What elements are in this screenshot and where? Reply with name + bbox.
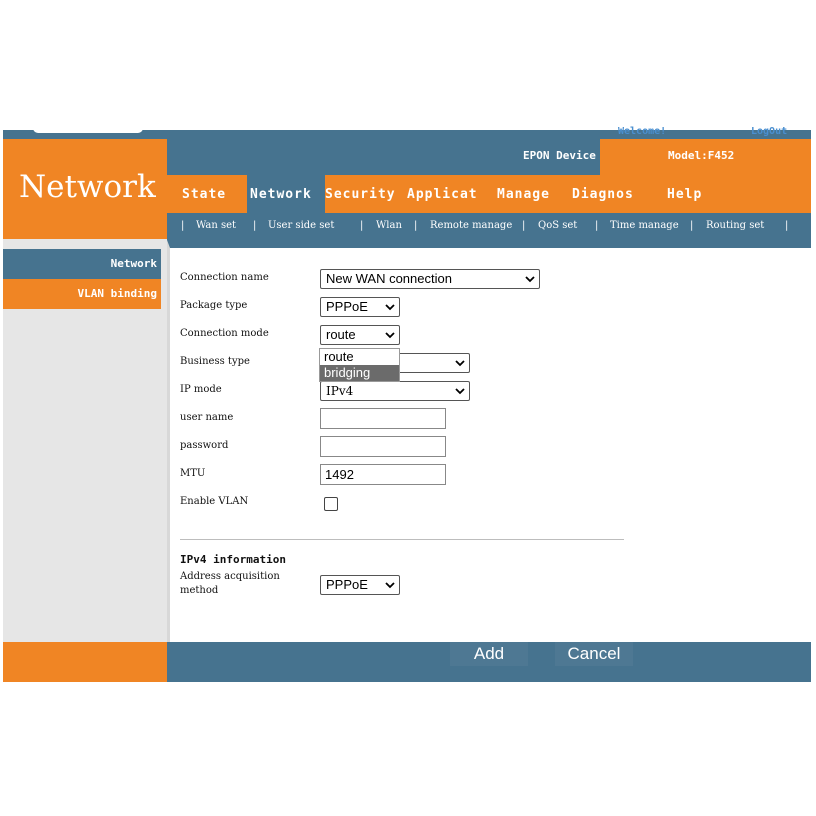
cancel-button[interactable]: Cancel <box>555 642 633 666</box>
subnav-item-time-manage[interactable]: Time manage <box>610 220 679 231</box>
mtu-label: MTU <box>180 468 206 479</box>
tab-diagnos[interactable]: Diagnos <box>572 175 650 213</box>
welcome-text: Welcome! <box>618 126 667 137</box>
subnav-item-qos-set[interactable]: QoS set <box>538 220 577 231</box>
brand-block: Network <box>3 139 167 239</box>
tab-manage[interactable]: Manage <box>497 175 567 213</box>
enable-vlan-label: Enable VLAN <box>180 496 249 507</box>
footer-left <box>3 642 167 682</box>
user-name-label: user name <box>180 412 234 423</box>
connection-name-select[interactable]: New WAN connection <box>320 269 540 289</box>
connection-mode-value: route <box>326 327 356 342</box>
package-type-label: Package type <box>180 300 248 311</box>
address-acquisition-label-line2: method <box>180 585 219 596</box>
sidebar-item-vlan-binding[interactable]: VLAN binding <box>3 279 161 309</box>
subnav-separator: | <box>181 220 185 231</box>
ip-mode-label: IP mode <box>180 384 222 395</box>
tab-security[interactable]: Security <box>325 175 407 213</box>
dropdown-option-route[interactable]: route <box>320 349 399 365</box>
subnav-item-wan-set[interactable]: Wan set <box>196 220 236 231</box>
sidebar-item-label: Network <box>110 257 157 270</box>
chevron-down-icon <box>525 276 535 283</box>
enable-vlan-checkbox[interactable] <box>324 497 338 511</box>
model-label: Model:F452 <box>668 149 735 162</box>
chevron-down-icon <box>385 304 395 311</box>
tab-state[interactable]: State <box>182 175 252 213</box>
subnav-separator: | <box>595 220 599 231</box>
ip-mode-value: IPv4 <box>326 384 354 398</box>
password-input[interactable] <box>320 436 446 457</box>
business-type-label: Business type <box>180 356 250 367</box>
main-nav: State Network Security Applicat Manage D… <box>167 175 811 213</box>
package-type-select[interactable]: PPPoE <box>320 297 400 317</box>
section-divider <box>180 539 624 540</box>
address-acquisition-value: PPPoE <box>326 577 368 592</box>
chevron-down-icon <box>455 388 465 395</box>
mtu-input[interactable]: 1492 <box>320 464 446 485</box>
subnav-separator: | <box>690 220 694 231</box>
sidebar-item-label: VLAN binding <box>77 287 157 300</box>
connection-mode-select[interactable]: route <box>320 325 400 345</box>
ip-mode-select[interactable]: IPv4 <box>320 381 470 401</box>
subnav-separator: | <box>360 220 364 231</box>
connection-name-label: Connection name <box>180 272 269 283</box>
device-label: EPON Device <box>523 149 596 162</box>
subnav-item-remote-manage[interactable]: Remote manage <box>430 220 512 231</box>
add-button[interactable]: Add <box>450 642 528 666</box>
logo <box>33 128 143 133</box>
logout-link[interactable]: LogOut <box>751 126 787 137</box>
subnav-separator: | <box>253 220 257 231</box>
subnav-separator: | <box>785 220 789 231</box>
package-type-value: PPPoE <box>326 299 368 314</box>
subnav-item-routing-set[interactable]: Routing set <box>706 220 764 231</box>
subnav-separator: | <box>522 220 526 231</box>
tab-help[interactable]: Help <box>667 175 722 213</box>
user-name-input[interactable] <box>320 408 446 429</box>
connection-name-value: New WAN connection <box>326 271 452 286</box>
sub-nav: | Wan set | User side set | Wlan | Remot… <box>167 213 811 240</box>
chevron-down-icon <box>455 360 465 367</box>
model-block: Model:F452 <box>600 139 811 175</box>
chevron-down-icon <box>385 332 395 339</box>
subnav-item-user-side-set[interactable]: User side set <box>268 220 334 231</box>
dropdown-option-bridging[interactable]: bridging <box>320 365 399 381</box>
chevron-down-icon <box>385 582 395 589</box>
connection-mode-label: Connection mode <box>180 328 269 339</box>
sidebar-item-network[interactable]: Network <box>3 249 161 279</box>
subnav-separator: | <box>414 220 418 231</box>
top-strip: Welcome! LogOut <box>3 126 811 139</box>
address-acquisition-select[interactable]: PPPoE <box>320 575 400 595</box>
subnav-item-wlan[interactable]: Wlan <box>376 220 402 231</box>
address-acquisition-label: Address acquisition <box>180 571 280 582</box>
tab-applicat[interactable]: Applicat <box>407 175 493 213</box>
ipv4-heading: IPv4 information <box>180 553 286 566</box>
brand-title: Network <box>19 169 156 205</box>
connection-mode-dropdown: route bridging <box>319 348 400 382</box>
tab-network[interactable]: Network <box>247 175 325 213</box>
password-label: password <box>180 440 229 451</box>
